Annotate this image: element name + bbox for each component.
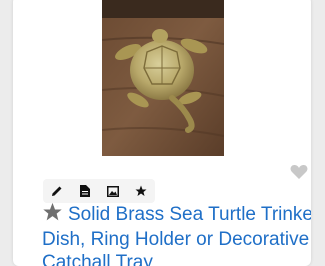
description-button[interactable]	[71, 179, 99, 203]
listing-title-row: Solid Brass Sea Turtle Trinket Dish, Rin…	[42, 202, 311, 266]
star-icon	[42, 202, 63, 228]
edit-button[interactable]	[43, 179, 71, 203]
heart-icon[interactable]	[290, 164, 308, 180]
listing-card: Solid Brass Sea Turtle Trinket Dish, Rin…	[13, 0, 311, 266]
listing-title-link[interactable]: Solid Brass Sea Turtle Trinket Dish, Rin…	[42, 204, 311, 266]
images-button[interactable]	[99, 179, 127, 203]
favorite-button[interactable]	[127, 179, 155, 203]
document-icon	[80, 185, 90, 197]
image-icon	[107, 185, 119, 197]
brass-turtle-image	[102, 0, 224, 156]
star-icon	[135, 185, 147, 196]
listing-toolbar	[43, 179, 155, 203]
pencil-icon	[52, 186, 62, 196]
product-photo[interactable]	[102, 0, 224, 156]
